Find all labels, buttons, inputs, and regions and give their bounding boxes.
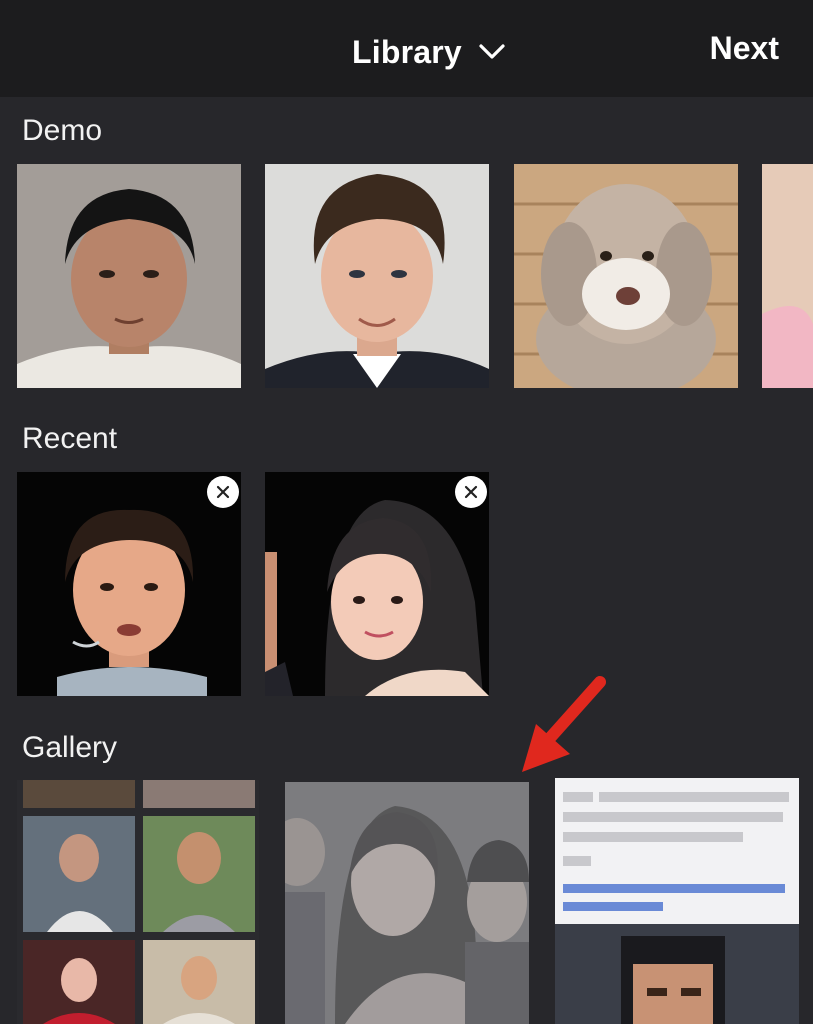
section-title-demo: Demo [22, 114, 103, 147]
top-bar: Library Next [0, 0, 813, 97]
recent-thumb-1[interactable] [17, 472, 241, 696]
red-arrow-icon [522, 676, 606, 772]
demo-thumb-man-1[interactable] [17, 164, 241, 388]
remove-recent-1-button[interactable] [207, 476, 239, 508]
demo-thumb-dog[interactable] [514, 164, 738, 388]
section-title-gallery: Gallery [22, 731, 118, 764]
section-title-recent: Recent [22, 422, 118, 455]
recent-thumb-2[interactable] [265, 472, 489, 696]
demo-thumb-man-2[interactable] [265, 164, 489, 388]
chevron-down-icon [479, 44, 505, 59]
close-icon [216, 485, 230, 499]
gallery-thumb-collage[interactable] [17, 780, 259, 1024]
demo-thumb-partial[interactable] [762, 164, 813, 388]
next-button[interactable]: Next [710, 30, 779, 67]
library-dropdown[interactable]: Library [352, 30, 506, 74]
gallery-thumb-selected[interactable] [285, 782, 529, 1024]
close-icon [464, 485, 478, 499]
gallery-thumb-screenshot[interactable] [555, 778, 799, 1024]
remove-recent-2-button[interactable] [455, 476, 487, 508]
library-title: Library [352, 33, 462, 70]
